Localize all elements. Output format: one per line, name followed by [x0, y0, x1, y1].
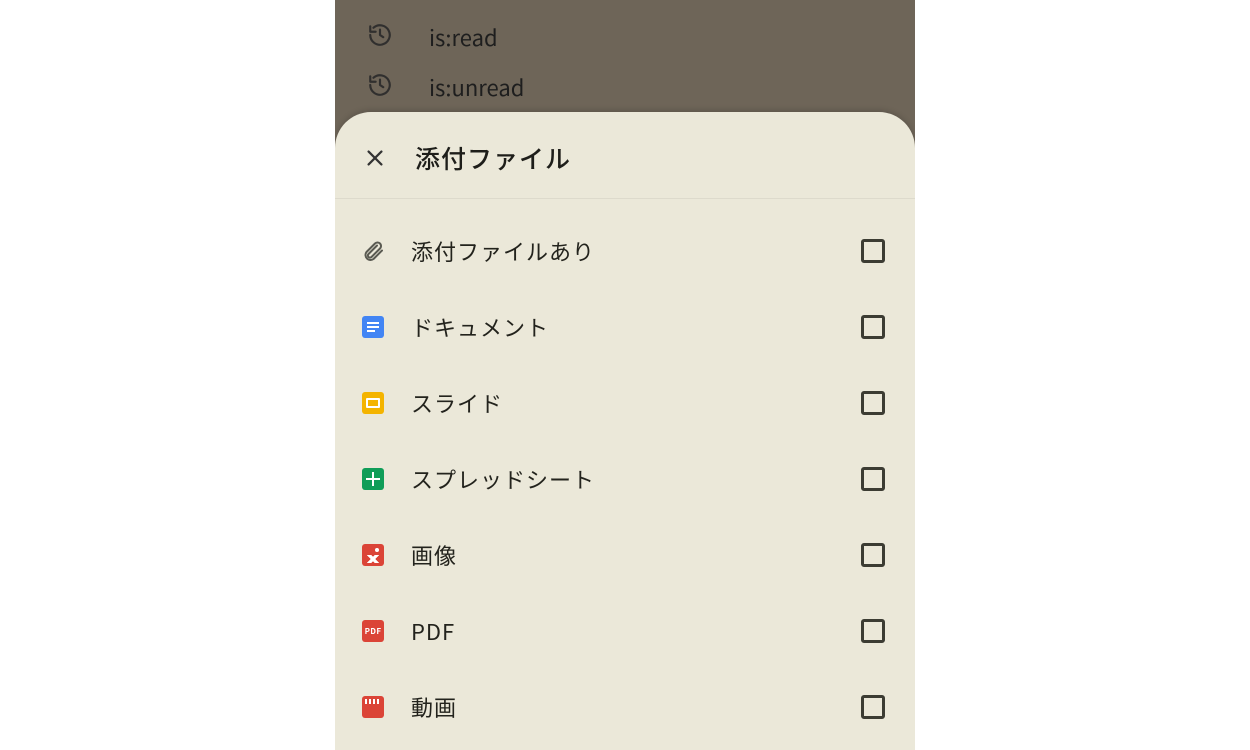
history-icon: [367, 22, 393, 53]
option-video[interactable]: 動画: [335, 669, 915, 745]
search-history-list: is:read is:unread: [335, 0, 915, 112]
option-slide[interactable]: スライド: [335, 365, 915, 441]
attachment-icon: [361, 239, 385, 263]
option-label: 画像: [411, 539, 835, 571]
option-has-attachment[interactable]: 添付ファイルあり: [335, 213, 915, 289]
option-pdf[interactable]: PDF PDF: [335, 593, 915, 669]
checkbox[interactable]: [861, 619, 885, 643]
stage: is:read is:unread: [0, 0, 1250, 750]
sheets-icon: [361, 467, 385, 491]
checkbox[interactable]: [861, 391, 885, 415]
option-label: 動画: [411, 691, 835, 723]
video-icon: [361, 695, 385, 719]
option-spreadsheet[interactable]: スプレッドシート: [335, 441, 915, 517]
docs-icon: [361, 315, 385, 339]
option-label: スライド: [411, 387, 835, 419]
option-label: PDF: [411, 615, 835, 647]
checkbox[interactable]: [861, 695, 885, 719]
checkbox[interactable]: [861, 239, 885, 263]
image-icon: [361, 543, 385, 567]
option-label: 添付ファイルあり: [411, 235, 835, 267]
option-image[interactable]: 画像: [335, 517, 915, 593]
search-history-label: is:read: [429, 21, 498, 53]
option-label: ドキュメント: [411, 311, 835, 343]
search-history-item[interactable]: is:unread: [335, 62, 915, 112]
slides-icon: [361, 391, 385, 415]
search-history-item[interactable]: is:read: [335, 12, 915, 62]
option-document[interactable]: ドキュメント: [335, 289, 915, 365]
pdf-icon: PDF: [361, 619, 385, 643]
checkbox[interactable]: [861, 315, 885, 339]
attachment-options: 添付ファイルあり ドキュメント スライド: [335, 199, 915, 750]
sheet-header: 添付ファイル: [335, 112, 915, 199]
attachment-filter-sheet: 添付ファイル 添付ファイルあり ドキュメント: [335, 112, 915, 750]
search-history-label: is:unread: [429, 71, 524, 103]
phone-column: is:read is:unread: [335, 0, 915, 750]
option-label: スプレッドシート: [411, 463, 835, 495]
checkbox[interactable]: [861, 543, 885, 567]
checkbox[interactable]: [861, 467, 885, 491]
close-button[interactable]: [361, 144, 389, 172]
sheet-title: 添付ファイル: [415, 140, 571, 176]
close-icon: [364, 147, 386, 169]
history-icon: [367, 72, 393, 103]
